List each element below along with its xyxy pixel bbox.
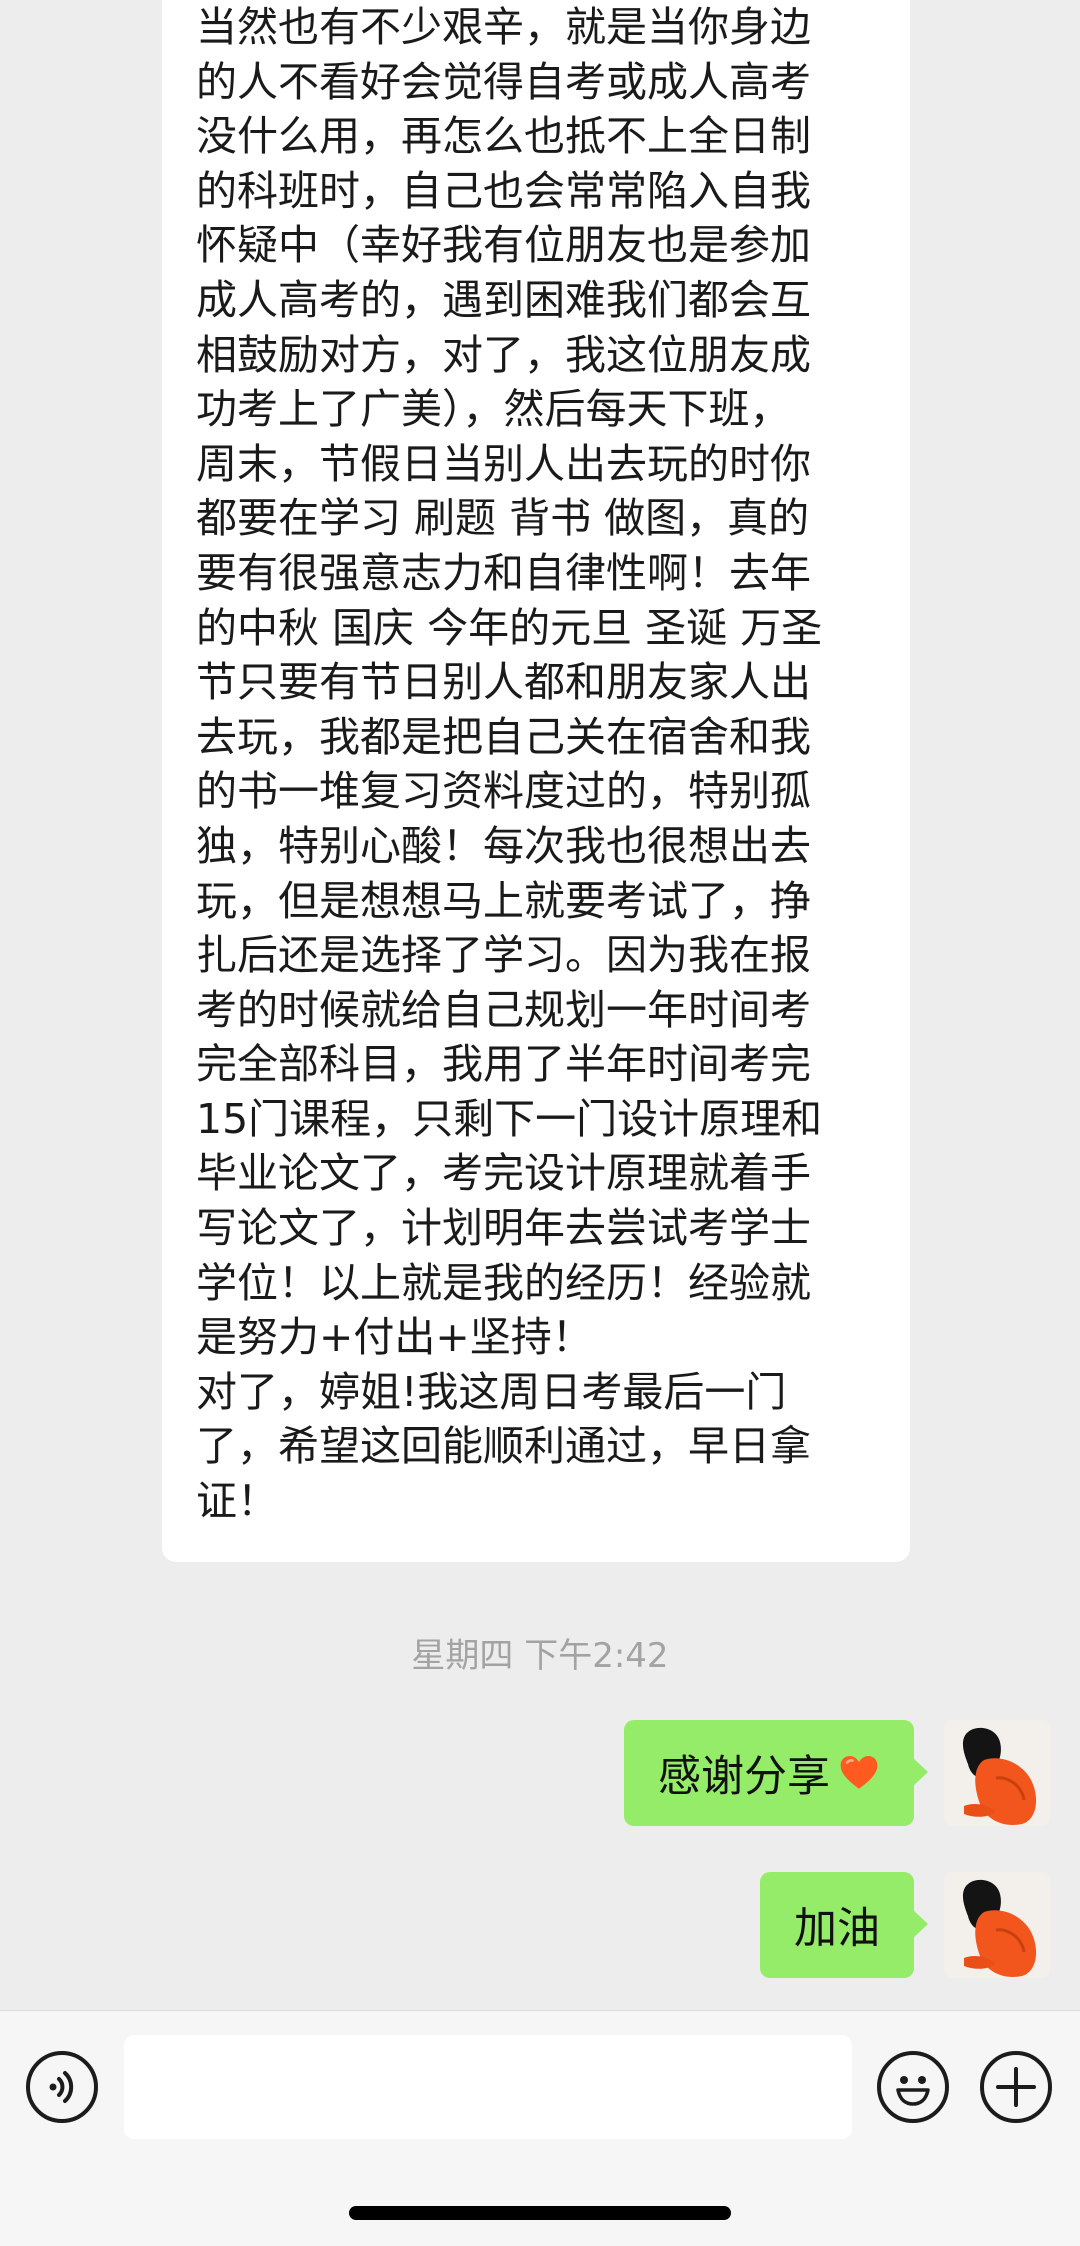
message-line: 证！	[196, 1477, 278, 1526]
message-line: 毕业论文了，考完设计原理就着手	[196, 1149, 811, 1198]
message-line: 去玩，我都是把自己关在宿舍和我	[196, 712, 811, 761]
message-line: 了，希望这回能顺利通过，早日拿	[196, 1422, 811, 1471]
outgoing-message-row: 感谢分享	[624, 1720, 1050, 1826]
avatar-image	[944, 1872, 1050, 1978]
message-line: 的人不看好会觉得自考或成人高考	[196, 57, 811, 106]
plus-icon	[996, 2067, 1036, 2107]
message-line: 都要在学习 刷题 背书 做图，真的	[196, 494, 810, 543]
message-timestamp: 星期四 下午2:42	[411, 1636, 669, 1676]
message-line: 要有很强意志力和自律性啊！去年	[196, 548, 811, 597]
outgoing-message-bubble[interactable]: 加油	[760, 1872, 928, 1978]
message-line: 玩，但是想想马上就要考试了，挣	[196, 876, 811, 925]
message-line: 周末，节假日当别人出去玩的时你	[196, 439, 811, 488]
emoji-icon	[896, 2076, 930, 2106]
voice-icon	[49, 2071, 74, 2103]
message-line: 当然也有不少艰辛，就是当你身边	[196, 3, 811, 51]
message-input[interactable]	[124, 2035, 852, 2139]
chat-screen: 当然也有不少艰辛，就是当你身边 的人不看好会觉得自考或成人高考 没什么用，再怎么也抵…	[0, 0, 1080, 2246]
message-line: 考的时候就给自己规划一年时间考	[196, 985, 811, 1034]
message-line: 是努力+付出+坚持！	[196, 1313, 593, 1362]
message-line: 节只要有节日别人都和朋友家人出	[196, 658, 811, 707]
plus-button[interactable]	[980, 2051, 1052, 2123]
message-line: 完全部科目，我用了半年时间考完	[196, 1040, 811, 1089]
heart-icon	[840, 1755, 878, 1789]
incoming-message-bubble[interactable]: 当然也有不少艰辛，就是当你身边 的人不看好会觉得自考或成人高考 没什么用，再怎么也抵…	[162, 0, 910, 1562]
message-line: 扎后还是选择了学习。因为我在报	[196, 931, 811, 980]
avatar[interactable]	[944, 1872, 1050, 1978]
message-line: 成人高考的，遇到困难我们都会互	[196, 275, 811, 324]
message-line: 没什么用，再怎么也抵不上全日制	[196, 112, 811, 161]
avatar[interactable]	[944, 1720, 1050, 1826]
incoming-message-text: 当然也有不少艰辛，就是当你身边 的人不看好会觉得自考或成人高考 没什么用，再怎么也抵…	[196, 0, 876, 1529]
outgoing-message-text: 感谢分享	[658, 1752, 830, 1802]
message-line: 对了，婷姐!我这周日考最后一门	[196, 1367, 787, 1416]
message-line: 独，特别心酸！每次我也很想出去	[196, 821, 811, 870]
message-line: 怀疑中（幸好我有位朋友也是参加	[196, 221, 811, 270]
message-line: 相鼓励对方，对了，我这位朋友成	[196, 330, 811, 379]
message-line: 写论文了，计划明年去尝试考学士	[196, 1204, 811, 1253]
outgoing-message-text: 加油	[794, 1904, 880, 1954]
message-line: 15门课程，只剩下一门设计原理和	[196, 1094, 823, 1143]
emoji-button[interactable]	[877, 2051, 949, 2123]
message-line: 的书一堆复习资料度过的，特别孤	[196, 767, 811, 816]
outgoing-message-row: 加油	[760, 1872, 1050, 1978]
voice-button[interactable]	[26, 2051, 98, 2123]
message-line: 的科班时，自己也会常常陷入自我	[196, 166, 811, 215]
message-line: 学位！以上就是我的经历！经验就	[196, 1258, 811, 1307]
message-line: 功考上了广美），然后每天下班，	[196, 385, 791, 434]
avatar-image	[944, 1720, 1050, 1826]
outgoing-message-bubble[interactable]: 感谢分享	[624, 1720, 928, 1826]
home-indicator	[349, 2206, 731, 2220]
message-line: 的中秋 国庆 今年的元旦 圣诞 万圣	[196, 603, 823, 652]
